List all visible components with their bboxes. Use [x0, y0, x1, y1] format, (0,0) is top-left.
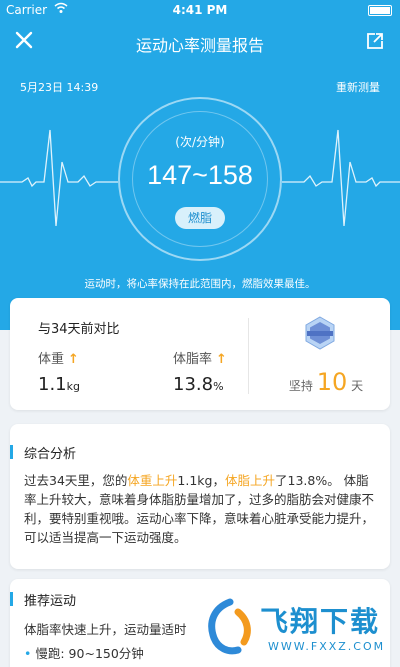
- status-bar: Carrier 4:41 PM: [0, 0, 400, 20]
- measure-date: 5月23日 14:39: [20, 81, 99, 94]
- body-fat-label-text: 体脂率: [173, 352, 213, 367]
- analysis-text: 过去34天里，您的体重上升1.1kg，体脂上升了13.8%。 体脂率上升较大，意…: [24, 471, 380, 547]
- zone-badge: 燃脂: [175, 207, 225, 229]
- hero-panel: Carrier 4:41 PM 运动心率测量报告 5月23日 14:39 重新测…: [0, 0, 400, 330]
- comparison-card: 与34天前对比 体重 ↑ 1.1kg 体脂率 ↑ 13.8% 坚持 10 天: [10, 298, 390, 410]
- weight-unit: kg: [66, 380, 80, 393]
- weight-label: 体重 ↑: [38, 348, 79, 367]
- comparison-title: 与34天前对比: [38, 322, 120, 337]
- heart-rate-range: 147~158: [147, 160, 253, 190]
- bullet-icon: •: [24, 646, 32, 661]
- achievement-badge-icon: [305, 316, 335, 350]
- page-title: 运动心率测量报告: [135, 36, 264, 55]
- battery-icon: [368, 5, 392, 16]
- analysis-card: 综合分析 过去34天里，您的体重上升1.1kg，体脂上升了13.8%。 体脂率上…: [10, 424, 390, 569]
- measurement-tip: 运动时，将心率保持在此范围内，燃脂效果最佳。: [84, 278, 316, 290]
- watermark-logo-icon: [208, 598, 251, 655]
- section-marker: [10, 445, 13, 459]
- body-fat-label: 体脂率 ↑: [173, 348, 227, 367]
- recommend-text: 体脂率快速上升，运动量适时: [24, 622, 187, 637]
- card-divider: [248, 318, 249, 394]
- persist-prefix: 坚持: [288, 379, 313, 393]
- remeasure-button[interactable]: 重新测量: [336, 79, 380, 95]
- analysis-text-part: 1.1kg，: [177, 473, 225, 488]
- body-fat-unit: %: [213, 380, 224, 393]
- persist-days: 坚持 10 天: [278, 368, 374, 396]
- share-icon[interactable]: [366, 32, 384, 54]
- watermark-logo-text: 飞翔下载: [260, 605, 381, 638]
- clock: 4:41 PM: [172, 3, 228, 17]
- weight-label-text: 体重: [38, 352, 65, 367]
- analysis-highlight: 体脂上升: [224, 473, 275, 488]
- up-arrow-icon: ↑: [216, 352, 227, 367]
- recommend-title: 推荐运动: [24, 594, 77, 609]
- recommend-item-label: 慢跑: 90~150分钟: [35, 646, 144, 661]
- analysis-text-part: 过去34天里，您的: [24, 473, 128, 488]
- weight-value: 1.1kg: [38, 374, 80, 395]
- body-fat-number: 13.8: [173, 374, 214, 395]
- weight-number: 1.1: [38, 374, 67, 395]
- heart-rate-unit: (次/分钟): [175, 135, 225, 149]
- body-fat-value: 13.8%: [173, 374, 224, 395]
- persist-suffix: 天: [351, 379, 364, 393]
- persist-number: 10: [316, 368, 348, 396]
- up-arrow-icon: ↑: [68, 352, 79, 367]
- watermark-url: WWW.FXXZ.COM: [268, 640, 386, 653]
- analysis-title: 综合分析: [24, 447, 77, 462]
- section-marker: [10, 592, 13, 606]
- nav-bar: 运动心率测量报告: [0, 22, 400, 62]
- analysis-highlight: 体重上升: [127, 473, 178, 488]
- watermark: 飞翔下载 WWW.FXXZ.COM: [200, 590, 400, 667]
- recommend-item: • 慢跑: 90~150分钟: [24, 643, 144, 662]
